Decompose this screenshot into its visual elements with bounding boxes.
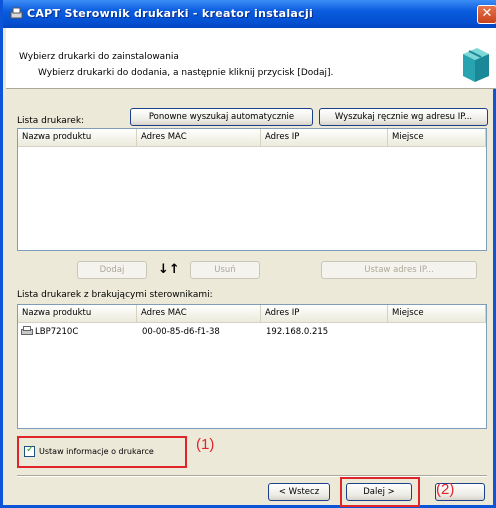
set-printer-info-label[interactable]: Ustaw informacje o drukarce xyxy=(39,447,154,456)
printer-list-label: Lista drukarek: xyxy=(17,116,85,126)
wizard-step-title: Wybierz drukarki do zainstalowania xyxy=(19,52,179,62)
column-product-name[interactable]: Nazwa produktu xyxy=(18,129,137,146)
row-mac-address: 00-00-85-d6-f1-38 xyxy=(142,327,220,337)
installer-window: CAPT Sterownik drukarki - kreator instal… xyxy=(0,0,496,508)
manual-ip-search-button[interactable]: Wyszukaj ręcznie wg adresu IP... xyxy=(319,108,488,126)
missing-drivers-header: Nazwa produktu Adres MAC Adres IP Miejsc… xyxy=(18,305,486,323)
back-button[interactable]: < Wstecz xyxy=(268,483,330,501)
wizard-step-subtitle: Wybierz drukarki do dodania, a następnie… xyxy=(38,68,334,78)
transfer-arrows-icon: ↓↑ xyxy=(158,262,180,277)
check-icon: ✓ xyxy=(26,444,35,455)
remove-button[interactable]: Usuń xyxy=(190,261,260,279)
row-product-name: LBP7210C xyxy=(35,327,79,337)
missing-drivers-list[interactable]: Nazwa produktu Adres MAC Adres IP Miejsc… xyxy=(17,304,487,429)
callout-2: (2) xyxy=(436,481,455,498)
column-mac-address[interactable]: Adres MAC xyxy=(137,305,261,322)
callout-1: (1) xyxy=(196,436,215,453)
missing-drivers-label: Lista drukarek z brakującymi sterownikam… xyxy=(17,290,213,300)
close-button[interactable]: ✕ xyxy=(477,5,496,24)
printer-list-header: Nazwa produktu Adres MAC Adres IP Miejsc… xyxy=(18,129,486,147)
printer-app-icon xyxy=(10,7,23,19)
next-button[interactable]: Dalej > xyxy=(346,483,412,501)
column-location[interactable]: Miejsce xyxy=(388,305,486,322)
set-ip-address-button[interactable]: Ustaw adres IP... xyxy=(321,261,477,279)
package-icon xyxy=(463,48,489,82)
window-title: CAPT Sterownik drukarki - kreator instal… xyxy=(27,7,314,20)
column-ip-address[interactable]: Adres IP xyxy=(261,129,388,146)
set-printer-info-checkbox[interactable]: ✓ xyxy=(24,444,35,457)
rescan-auto-button[interactable]: Ponowne wyszukaj automatycznie xyxy=(130,108,313,126)
column-product-name[interactable]: Nazwa produktu xyxy=(18,305,137,322)
table-row[interactable]: LBP7210C 00-00-85-d6-f1-38 192.168.0.215 xyxy=(18,324,486,340)
column-location[interactable]: Miejsce xyxy=(388,129,486,146)
printer-icon xyxy=(21,326,33,335)
column-mac-address[interactable]: Adres MAC xyxy=(137,129,261,146)
close-icon: ✕ xyxy=(481,6,493,21)
title-bar[interactable]: CAPT Sterownik drukarki - kreator instal… xyxy=(3,0,496,28)
column-ip-address[interactable]: Adres IP xyxy=(261,305,388,322)
printer-list[interactable]: Nazwa produktu Adres MAC Adres IP Miejsc… xyxy=(17,128,487,251)
row-ip-address: 192.168.0.215 xyxy=(266,327,329,337)
wizard-header: Wybierz drukarki do zainstalowania Wybie… xyxy=(6,28,496,89)
add-button[interactable]: Dodaj xyxy=(77,261,147,279)
